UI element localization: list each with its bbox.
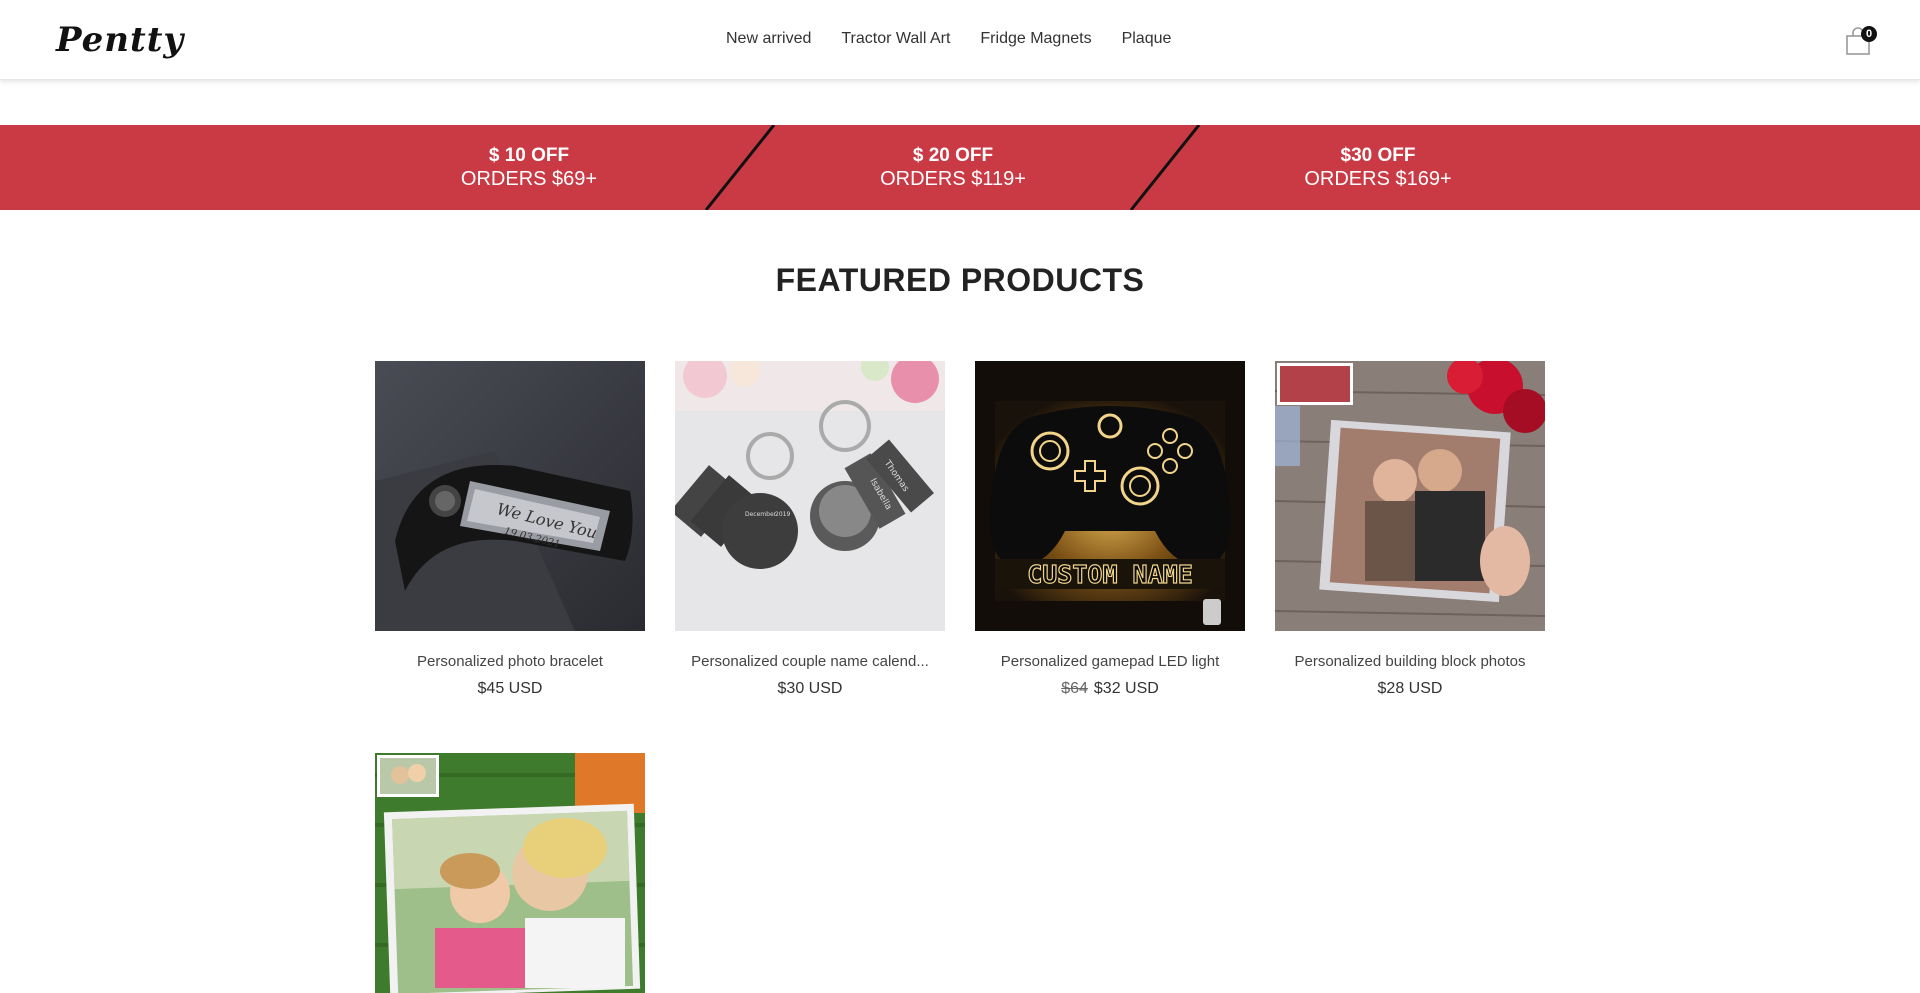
main-nav: New arrived Tractor Wall Art Fridge Magn…: [726, 28, 1201, 50]
price-current: $28 USD: [1377, 680, 1443, 697]
product-image-gamepad[interactable]: CUSTOM NAME: [975, 361, 1245, 631]
product-title[interactable]: Personalized photo bracelet: [375, 653, 645, 670]
product-card[interactable]: [375, 753, 645, 993]
site-header: Pentty New arrived Tractor Wall Art Frid…: [0, 0, 1920, 80]
offer-tier-3: $30 OFF ORDERS $169+: [1228, 145, 1528, 191]
cart-count-badge: 0: [1861, 26, 1877, 42]
offer-amount: $30 OFF: [1340, 145, 1416, 166]
product-image-keychain[interactable]: December 2019 Thomas Isabella: [675, 361, 945, 631]
product-image-bracelet[interactable]: We Love You 19.03.2021: [375, 361, 645, 631]
product-card[interactable]: December 2019 Thomas Isabella Personaliz…: [675, 361, 945, 698]
product-card[interactable]: Personalized building block photos $28 U…: [1275, 361, 1545, 698]
price-current: $30 USD: [777, 680, 843, 697]
offer-amount: $ 10 OFF: [488, 145, 570, 166]
discount-banner: $ 10 OFF ORDERS $69+ $ 20 OFF ORDERS $11…: [0, 125, 1920, 210]
offer-threshold: ORDERS $119+: [880, 168, 1026, 190]
offer-threshold: ORDERS $169+: [1304, 168, 1452, 190]
section-title: FEATURED PRODUCTS: [775, 262, 1145, 298]
keychain-month: December: [745, 511, 777, 518]
offer-tier-2: $ 20 OFF ORDERS $119+: [803, 145, 1103, 191]
product-price: $45 USD: [375, 680, 645, 698]
price-current: $45 USD: [477, 680, 543, 697]
nav-item-plaque[interactable]: Plaque: [1122, 28, 1172, 50]
banner-divider: [704, 125, 776, 210]
nav-item-tractor-wall-art[interactable]: Tractor Wall Art: [841, 28, 950, 50]
product-price: $64 $32 USD: [975, 680, 1245, 698]
banner-divider: [1129, 125, 1201, 210]
gamepad-label: CUSTOM NAME: [1027, 560, 1193, 589]
offer-threshold: ORDERS $69+: [460, 168, 598, 190]
price-original: $64: [1061, 680, 1088, 697]
product-title[interactable]: Personalized couple name calend...: [675, 653, 945, 670]
product-image-puzzle[interactable]: [375, 753, 645, 993]
product-title[interactable]: Personalized building block photos: [1275, 653, 1545, 670]
product-image-building-block[interactable]: [1275, 361, 1545, 631]
product-card[interactable]: We Love You 19.03.2021 Personalized phot…: [375, 361, 645, 698]
price-current: $32 USD: [1093, 680, 1159, 697]
product-price: $28 USD: [1275, 680, 1545, 698]
product-card[interactable]: CUSTOM NAME Personalized gamepad LED lig…: [975, 361, 1245, 698]
nav-item-new-arrived[interactable]: New arrived: [726, 28, 811, 50]
nav-item-fridge-magnets[interactable]: Fridge Magnets: [980, 28, 1091, 50]
offer-tier-1: $ 10 OFF ORDERS $69+: [379, 145, 679, 191]
offer-amount: $ 20 OFF: [912, 145, 994, 166]
logo[interactable]: Pentty: [56, 20, 184, 60]
product-title[interactable]: Personalized gamepad LED light: [975, 653, 1245, 670]
keychain-year: 2019: [775, 511, 790, 518]
product-price: $30 USD: [675, 680, 945, 698]
